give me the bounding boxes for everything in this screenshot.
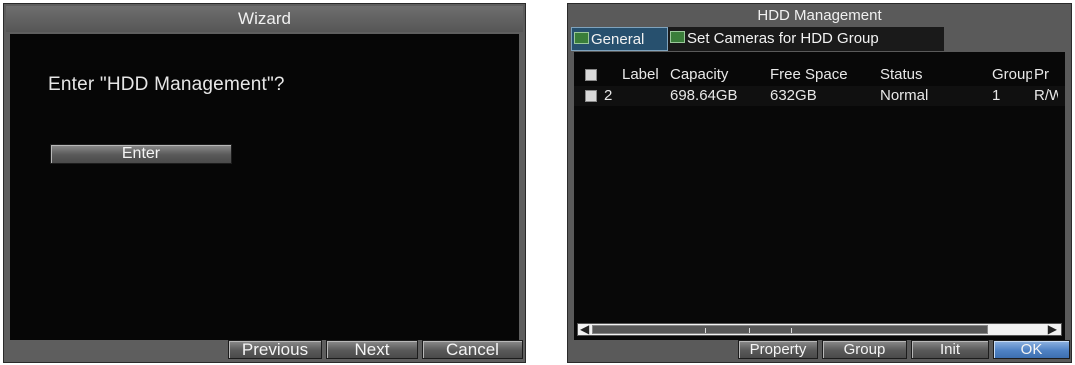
row-checkbox[interactable] — [585, 90, 597, 102]
wizard-dialog: Wizard Enter "HDD Management"? Enter Pre… — [3, 3, 526, 363]
tab-bar: General Set Cameras for HDD Group — [571, 27, 1068, 51]
cell-group: 1 — [992, 87, 1001, 104]
scrollbar-tick — [705, 328, 706, 333]
select-all-checkbox[interactable] — [585, 69, 597, 81]
hdd-table: Label Capacity Free Space Status Group P… — [574, 52, 1065, 340]
scroll-right-icon[interactable]: ▶ — [1048, 322, 1057, 336]
hdd-management-dialog: HDD Management General Set Cameras for H… — [567, 3, 1072, 363]
tab-general-icon — [574, 32, 589, 45]
enter-button[interactable]: Enter — [50, 144, 232, 164]
property-button[interactable]: Property — [738, 340, 818, 359]
col-label: Label — [622, 66, 659, 83]
tab-set-cameras[interactable]: Set Cameras for HDD Group — [668, 27, 944, 51]
col-capacity: Capacity — [670, 66, 729, 83]
cell-status: Normal — [880, 87, 929, 104]
cancel-button[interactable]: Cancel — [422, 340, 523, 359]
init-button[interactable]: Init — [911, 340, 989, 359]
scroll-left-icon[interactable]: ◀ — [580, 322, 589, 336]
hdd-title: HDD Management — [757, 7, 882, 24]
scrollbar-tick — [749, 328, 750, 333]
table-row[interactable]: 2 698.64GB 632GB Normal 1 R/W — [574, 86, 1065, 106]
wizard-footer: Previous Next Cancel — [6, 340, 523, 360]
cell-label: 2 — [604, 87, 613, 104]
cell-property: R/W — [1034, 87, 1058, 104]
tab-set-cameras-label: Set Cameras for HDD Group — [687, 30, 879, 47]
col-property: Pr — [1034, 66, 1049, 83]
hdd-footer: Property Group Init OK — [570, 340, 1070, 360]
ok-button[interactable]: OK — [993, 340, 1070, 359]
col-status: Status — [880, 66, 923, 83]
group-button[interactable]: Group — [822, 340, 907, 359]
tab-general[interactable]: General — [571, 27, 668, 51]
next-button[interactable]: Next — [326, 340, 418, 359]
scrollbar-thumb[interactable] — [592, 325, 988, 334]
scrollbar-tick — [791, 328, 792, 333]
wizard-prompt: Enter "HDD Management"? — [48, 74, 285, 95]
wizard-body: Enter "HDD Management"? Enter — [10, 34, 519, 340]
cell-capacity: 698.64GB — [670, 87, 738, 104]
tab-general-label: General — [591, 31, 645, 48]
tab-set-cameras-icon — [670, 31, 685, 44]
table-header: Label Capacity Free Space Status Group P… — [574, 65, 1065, 85]
horizontal-scrollbar[interactable]: ◀ ▶ — [577, 322, 1062, 336]
cell-free-space: 632GB — [770, 87, 817, 104]
col-group: Group — [992, 66, 1032, 83]
wizard-title: Wizard — [6, 6, 523, 32]
col-free-space: Free Space — [770, 66, 848, 83]
previous-button[interactable]: Previous — [228, 340, 322, 359]
